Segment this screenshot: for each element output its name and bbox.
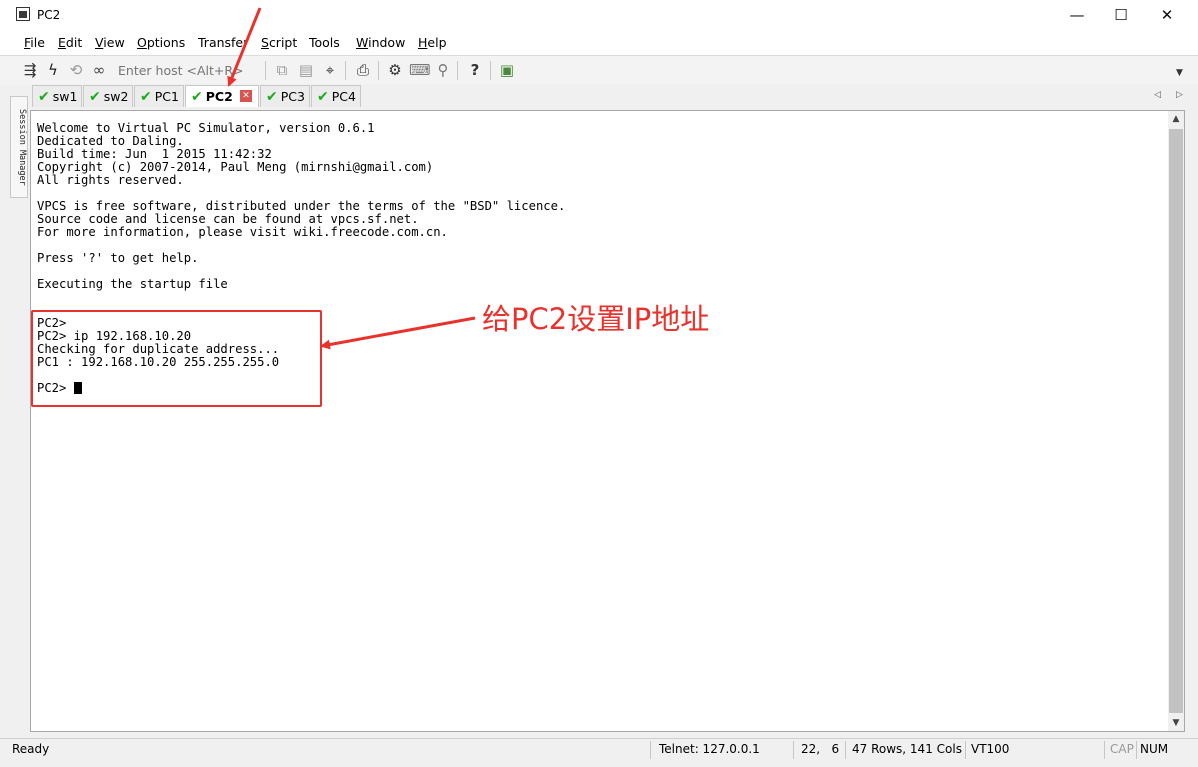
status-bar: Ready Telnet: 127.0.0.1 22, 6 47 Rows, 1… (0, 738, 1198, 761)
status-divider (845, 741, 846, 759)
status-num-lock: NUM (1140, 742, 1169, 756)
annotation-arrows (227, 7, 476, 350)
status-divider (793, 741, 794, 759)
status-divider (965, 741, 966, 759)
status-cursor-position: 22, 6 (801, 742, 840, 756)
status-emulation: VT100 (971, 742, 1010, 756)
status-ready: Ready (12, 742, 50, 756)
annotation-arrow-terminal (320, 316, 476, 350)
status-divider (650, 741, 651, 759)
status-divider (1104, 741, 1105, 759)
status-terminal-size: 47 Rows, 141 Cols (852, 742, 962, 756)
status-connection: Telnet: 127.0.0.1 (659, 742, 760, 756)
annotation-arrow-tab (227, 7, 262, 87)
status-divider (1136, 741, 1137, 759)
status-caps-lock: CAP (1110, 742, 1134, 756)
